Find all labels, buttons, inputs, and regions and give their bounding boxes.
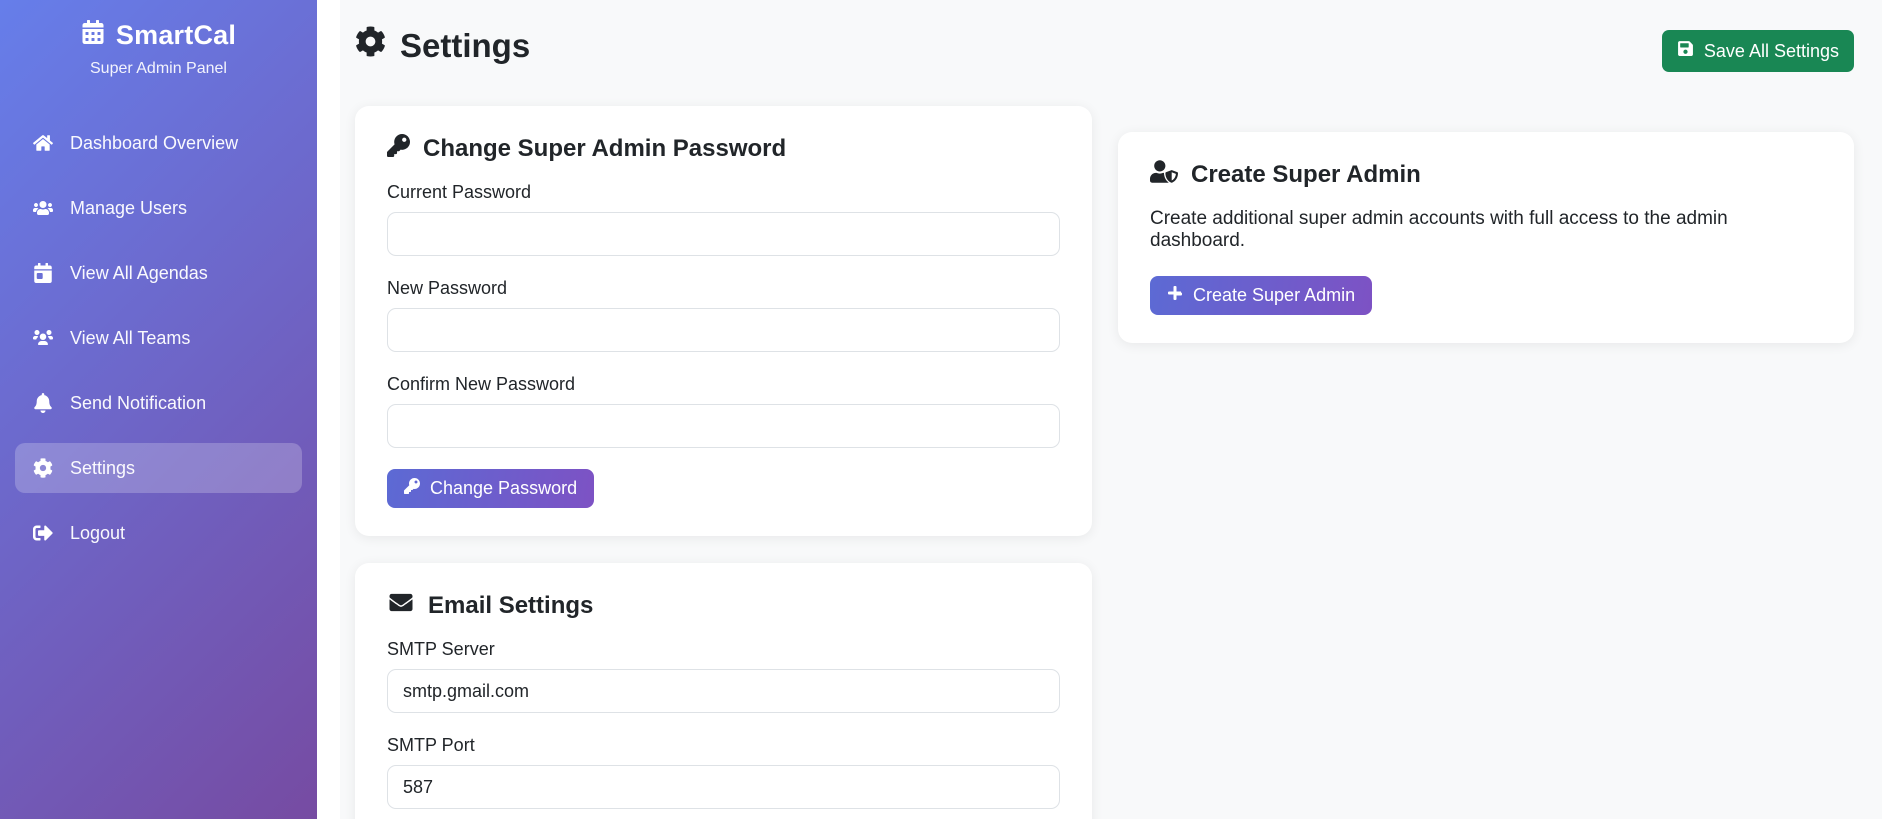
settings-columns: Change Super Admin Password Current Pass…: [355, 106, 1854, 819]
left-column: Change Super Admin Password Current Pass…: [355, 106, 1092, 819]
sidebar-item-label: Dashboard Overview: [70, 132, 239, 153]
home-icon: [32, 133, 54, 153]
brand-name: SmartCal: [115, 20, 237, 50]
save-all-settings-button[interactable]: Save All Settings: [1661, 30, 1854, 72]
sidebar-item-dashboard-overview[interactable]: Dashboard Overview: [15, 118, 302, 168]
smtp-server-field[interactable]: [387, 669, 1060, 713]
create-super-admin-title-text: Create Super Admin: [1191, 161, 1421, 188]
page-title-text: Settings: [400, 26, 531, 64]
create-super-admin-button[interactable]: Create Super Admin: [1150, 276, 1373, 315]
current-password-group: Current Password: [387, 182, 1060, 256]
email-settings-card: Email Settings SMTP Server SMTP Port: [355, 563, 1092, 819]
key-icon: [404, 478, 420, 499]
sidebar-item-view-all-teams[interactable]: View All Teams: [15, 313, 302, 363]
current-password-field[interactable]: [387, 212, 1060, 256]
change-password-button[interactable]: Change Password: [387, 469, 595, 508]
plus-icon: [1167, 285, 1183, 306]
sidebar-item-view-all-agendas[interactable]: View All Agendas: [15, 248, 302, 298]
sidebar-main-gutter: [317, 0, 340, 819]
save-all-settings-label: Save All Settings: [1703, 40, 1839, 61]
email-settings-card-title: Email Settings: [387, 591, 1060, 621]
sidebar-item-label: View All Agendas: [70, 262, 208, 283]
main-content: Settings Save All Settings Change Super …: [340, 0, 1882, 819]
envelope-icon: [387, 591, 415, 621]
sidebar-item-logout[interactable]: Logout: [15, 508, 302, 558]
logout-icon: [32, 523, 54, 543]
change-password-card-title: Change Super Admin Password: [387, 134, 1060, 164]
calendar-logo-icon: [81, 20, 105, 51]
users-icon: [32, 198, 54, 218]
sidebar-item-send-notification[interactable]: Send Notification: [15, 378, 302, 428]
change-password-title-text: Change Super Admin Password: [423, 135, 787, 162]
create-super-admin-card-title: Create Super Admin: [1150, 160, 1822, 190]
page-header: Settings Save All Settings: [355, 26, 1854, 72]
change-password-button-label: Change Password: [430, 478, 578, 498]
smtp-port-group: SMTP Port: [387, 735, 1060, 809]
confirm-password-field[interactable]: [387, 404, 1060, 448]
new-password-label: New Password: [387, 278, 508, 298]
smtp-port-label: SMTP Port: [387, 735, 475, 755]
save-icon: [1677, 40, 1694, 62]
right-column: Create Super Admin Create additional sup…: [1118, 106, 1854, 343]
app-root: SmartCal Super Admin Panel Dashboard Ove…: [0, 0, 1882, 819]
sidebar-item-settings[interactable]: Settings: [15, 443, 302, 493]
sidebar-item-label: Manage Users: [70, 197, 188, 218]
smtp-port-field[interactable]: [387, 765, 1060, 809]
sidebar: SmartCal Super Admin Panel Dashboard Ove…: [0, 0, 317, 819]
sidebar-nav: Dashboard Overview Manage Users View All…: [0, 118, 317, 558]
confirm-password-group: Confirm New Password: [387, 374, 1060, 448]
create-super-admin-button-label: Create Super Admin: [1193, 285, 1356, 305]
new-password-field[interactable]: [387, 308, 1060, 352]
team-icon: [32, 328, 54, 348]
email-settings-title-text: Email Settings: [428, 592, 594, 619]
user-shield-icon: [1150, 160, 1178, 190]
gear-icon: [32, 458, 54, 478]
gear-icon: [355, 26, 386, 65]
sidebar-item-label: Send Notification: [70, 392, 207, 413]
new-password-group: New Password: [387, 278, 1060, 352]
sidebar-item-label: Settings: [70, 457, 136, 478]
smtp-server-group: SMTP Server: [387, 639, 1060, 713]
sidebar-item-manage-users[interactable]: Manage Users: [15, 183, 302, 233]
page-title: Settings: [355, 26, 530, 65]
brand-logo: SmartCal Super Admin Panel: [0, 20, 317, 78]
brand-subtitle: Super Admin Panel: [90, 60, 227, 77]
sidebar-item-label: Logout: [70, 522, 126, 543]
key-icon: [387, 134, 410, 164]
smtp-server-label: SMTP Server: [387, 639, 495, 659]
change-password-card: Change Super Admin Password Current Pass…: [355, 106, 1092, 536]
calendar-icon: [32, 263, 54, 283]
bell-icon: [32, 393, 54, 413]
create-super-admin-description: Create additional super admin accounts w…: [1150, 208, 1728, 251]
confirm-password-label: Confirm New Password: [387, 374, 576, 394]
current-password-label: Current Password: [387, 182, 532, 202]
create-super-admin-card: Create Super Admin Create additional sup…: [1118, 132, 1854, 343]
sidebar-item-label: View All Teams: [70, 327, 191, 348]
